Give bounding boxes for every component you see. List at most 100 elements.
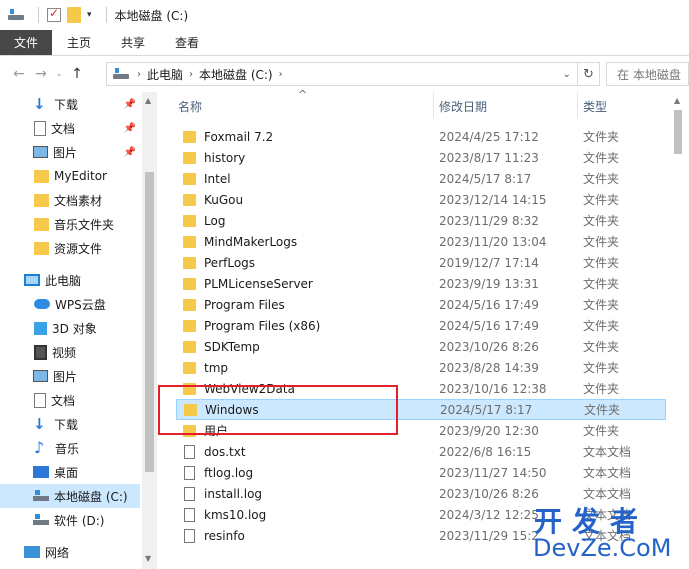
tab-file[interactable]: 文件 — [0, 30, 53, 55]
file-row[interactable]: Program Files (x86) 2024/5/16 17:49 文件夹 — [176, 315, 666, 336]
drive-icon — [113, 68, 129, 80]
sidebar-item-resource-files[interactable]: 资源文件 — [0, 236, 140, 260]
file-name: kms10.log — [183, 507, 266, 522]
title-bar: ▾ 本地磁盘 (C:) — [0, 0, 689, 30]
cloud-icon — [34, 299, 50, 309]
folder-icon — [183, 130, 196, 143]
file-row[interactable]: PLMLicenseServer 2023/9/19 13:31 文件夹 — [176, 273, 666, 294]
breadcrumb-local-disk[interactable]: 本地磁盘 (C:) — [199, 66, 273, 83]
pin-icon[interactable]: 📌 — [124, 99, 136, 110]
sidebar-item-pictures-pc[interactable]: 图片 — [0, 364, 140, 388]
sidebar-item-desktop[interactable]: 桌面 — [0, 460, 140, 484]
up-arrow-icon[interactable]: ↑ — [66, 66, 88, 82]
pin-icon[interactable]: 📌 — [124, 123, 136, 134]
quick-access-dropdown-icon[interactable]: ▾ — [87, 10, 92, 20]
search-input[interactable]: 在 本地磁盘 — [606, 62, 689, 86]
file-name-text: ftlog.log — [204, 465, 254, 480]
sidebar-item-documents[interactable]: 文档 📌 — [0, 116, 140, 140]
ribbon-tabs: 文件 主页 共享 查看 — [0, 30, 689, 56]
file-date: 2022/6/8 16:15 — [439, 444, 532, 459]
tab-home[interactable]: 主页 — [52, 30, 106, 55]
chevron-right-icon[interactable]: › — [137, 69, 141, 80]
file-name-text: MindMakerLogs — [204, 234, 298, 249]
properties-check-icon[interactable] — [47, 6, 61, 22]
folder-icon — [34, 241, 49, 255]
file-row[interactable]: tmp 2023/8/28 14:39 文件夹 — [176, 357, 666, 378]
sidebar-item-software-d[interactable]: 软件 (D:) — [0, 508, 140, 532]
address-bar[interactable]: › 此电脑 › 本地磁盘 (C:) › ⌄ — [106, 62, 578, 86]
refresh-button[interactable]: ↻ — [578, 62, 600, 86]
file-row[interactable]: ftlog.log 2023/11/27 14:50 文本文档 — [176, 462, 666, 483]
file-row[interactable]: Log 2023/11/29 8:32 文件夹 — [176, 210, 666, 231]
column-date[interactable]: 修改日期 — [439, 98, 487, 115]
file-date: 2024/5/17 8:17 — [439, 171, 532, 186]
file-name-text: KuGou — [204, 192, 244, 207]
breadcrumb-this-pc[interactable]: 此电脑 — [147, 66, 183, 83]
file-name-text: tmp — [204, 360, 229, 375]
sidebar-item-myeditor[interactable]: MyEditor — [0, 164, 140, 188]
sidebar-item-this-pc[interactable]: 此电脑 — [0, 268, 140, 292]
network-icon — [24, 546, 40, 558]
file-row[interactable]: Foxmail 7.2 2024/4/25 17:12 文件夹 — [176, 126, 666, 147]
file-name: SDKTemp — [183, 340, 260, 354]
column-divider[interactable] — [433, 92, 434, 118]
file-row[interactable]: Program Files 2024/5/16 17:49 文件夹 — [176, 294, 666, 315]
folder-icon — [183, 235, 196, 248]
scrollbar-thumb[interactable] — [145, 172, 154, 472]
chevron-right-icon[interactable]: › — [189, 69, 193, 80]
file-row[interactable]: MindMakerLogs 2023/11/20 13:04 文件夹 — [176, 231, 666, 252]
file-name: Foxmail 7.2 — [183, 130, 273, 144]
column-name[interactable]: 名称 — [178, 98, 202, 115]
sidebar-item-network[interactable]: 网络 — [0, 540, 140, 564]
recent-locations-chevron-icon[interactable]: ⌄ — [52, 69, 66, 79]
file-row[interactable]: KuGou 2023/12/14 14:15 文件夹 — [176, 189, 666, 210]
sidebar-item-3d-objects[interactable]: 3D 对象 — [0, 316, 140, 340]
tab-view[interactable]: 查看 — [160, 30, 214, 55]
sidebar-item-doc-materials[interactable]: 文档素材 — [0, 188, 140, 212]
scrollbar-thumb[interactable] — [674, 110, 682, 154]
scroll-up-icon[interactable]: ▲ — [145, 96, 151, 105]
sidebar-item-pictures[interactable]: 图片 📌 — [0, 140, 140, 164]
folder-icon — [183, 193, 196, 206]
sidebar-item-documents-pc[interactable]: 文档 — [0, 388, 140, 412]
file-row[interactable]: Intel 2024/5/17 8:17 文件夹 — [176, 168, 666, 189]
new-folder-icon[interactable] — [67, 7, 81, 23]
file-name-text: history — [204, 150, 246, 165]
column-divider[interactable] — [577, 92, 578, 118]
file-type: 文件夹 — [583, 130, 620, 144]
sidebar-item-wps-cloud[interactable]: WPS云盘 — [0, 292, 140, 316]
file-name-text: resinfo — [204, 528, 245, 543]
file-name: tmp — [183, 361, 228, 375]
sidebar-item-downloads-pc[interactable]: ↓ 下载 — [0, 412, 140, 436]
address-dropdown-icon[interactable]: ⌄ — [563, 69, 571, 80]
text-file-icon — [184, 465, 195, 480]
file-name-text: install.log — [204, 486, 263, 501]
file-name: Log — [183, 214, 225, 228]
pin-icon[interactable]: 📌 — [124, 147, 136, 158]
file-row[interactable]: dos.txt 2022/6/8 16:15 文本文档 — [176, 441, 666, 462]
column-type[interactable]: 类型 — [583, 98, 607, 115]
text-file-icon — [184, 444, 195, 459]
chevron-right-icon[interactable]: › — [279, 69, 283, 80]
sidebar-item-music[interactable]: ♪ 音乐 — [0, 436, 140, 460]
file-list-scrollbar[interactable]: ▲ — [668, 92, 689, 569]
sidebar-item-local-disk-c[interactable]: 本地磁盘 (C:) — [0, 484, 140, 508]
toolbar-divider — [38, 7, 39, 23]
forward-arrow-icon[interactable]: → — [30, 66, 52, 82]
scroll-down-icon[interactable]: ▼ — [145, 554, 151, 563]
file-list: ^ 名称 修改日期 类型 Foxmail 7.2 2024/4/25 17:12 文… — [160, 88, 689, 569]
file-row[interactable]: history 2023/8/17 11:23 文件夹 — [176, 147, 666, 168]
tab-share[interactable]: 共享 — [106, 30, 160, 55]
sidebar-item-downloads[interactable]: ↓ 下载 📌 — [0, 92, 140, 116]
back-arrow-icon[interactable]: ← — [8, 66, 30, 82]
sidebar-item-music-folder[interactable]: 音乐文件夹 — [0, 212, 140, 236]
file-name-text: SDKTemp — [204, 339, 260, 354]
file-date: 2023/12/14 14:15 — [439, 192, 547, 207]
file-name-text: Program Files (x86) — [204, 318, 321, 333]
file-date: 2023/8/17 11:23 — [439, 150, 539, 165]
scroll-up-icon[interactable]: ▲ — [674, 96, 680, 105]
file-row[interactable]: SDKTemp 2023/10/26 8:26 文件夹 — [176, 336, 666, 357]
sidebar-item-videos[interactable]: 视频 — [0, 340, 140, 364]
sidebar-scrollbar[interactable]: ▲ ▼ — [142, 92, 157, 569]
file-row[interactable]: PerfLogs 2019/12/7 17:14 文件夹 — [176, 252, 666, 273]
